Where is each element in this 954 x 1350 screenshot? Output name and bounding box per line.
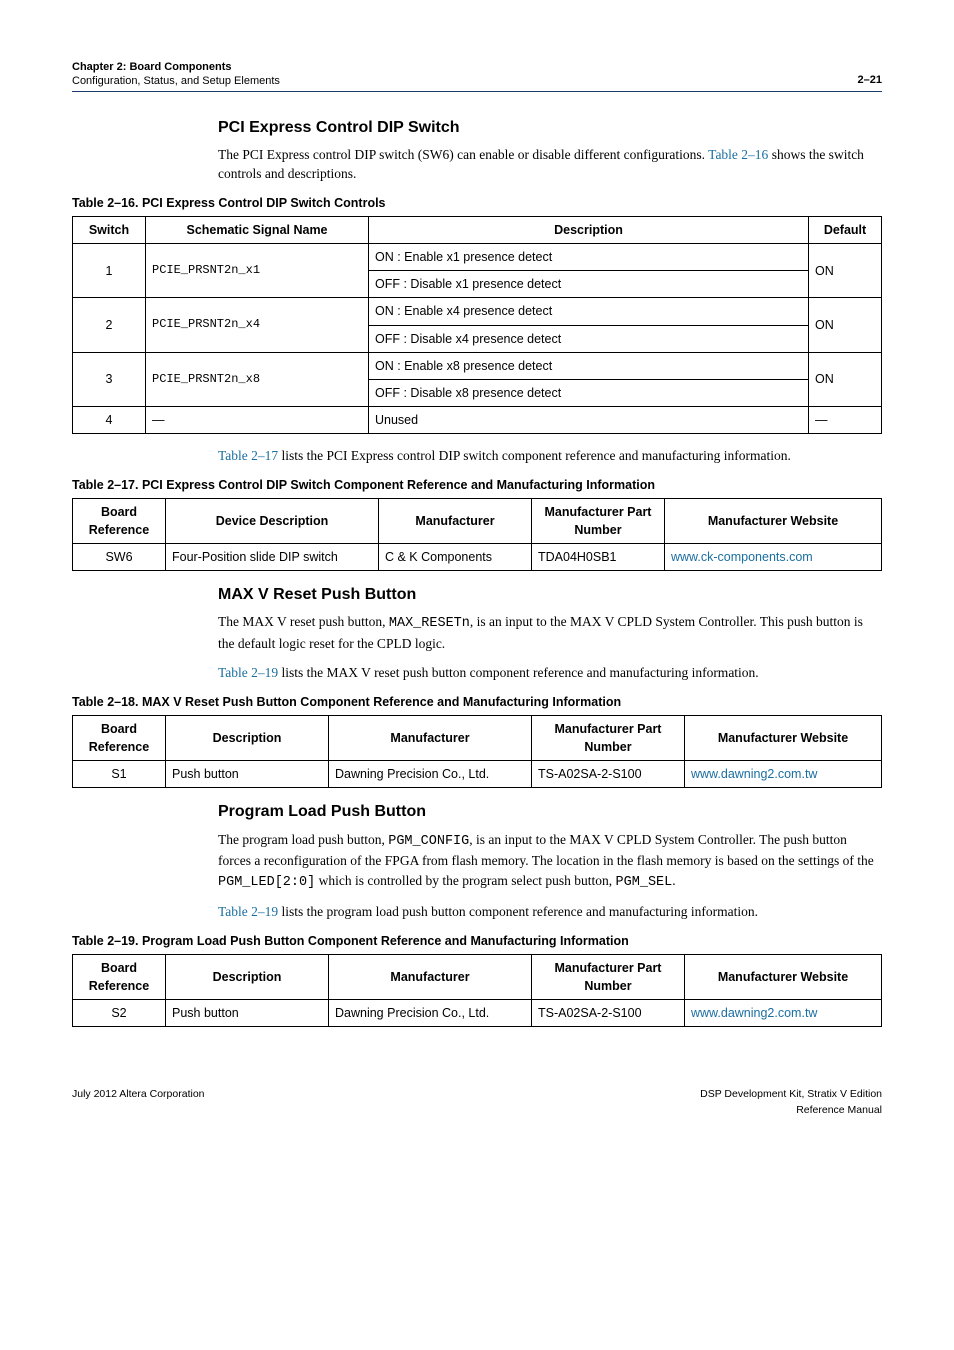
table-row: 1 PCIE_PRSNT2n_x1 ON : Enable x1 presenc… <box>73 244 882 271</box>
table-2-19: Board Reference Description Manufacturer… <box>72 954 882 1027</box>
manufacturer-url-link[interactable]: www.dawning2.com.tw <box>691 1006 817 1020</box>
sec3-paragraph1: The program load push button, PGM_CONFIG… <box>218 830 882 893</box>
table17-caption: Table 2–17. PCI Express Control DIP Swit… <box>72 476 882 494</box>
th-signal: Schematic Signal Name <box>146 217 369 244</box>
table-2-17: Board Reference Device Description Manuf… <box>72 498 882 571</box>
th-description: Description <box>369 217 809 244</box>
header-left: Chapter 2: Board Components Configuratio… <box>72 60 280 89</box>
section-title-pci: PCI Express Control DIP Switch <box>218 116 882 139</box>
footer-right: DSP Development Kit, Stratix V Edition R… <box>700 1087 882 1117</box>
section-title-maxv: MAX V Reset Push Button <box>218 583 882 606</box>
th-default: Default <box>809 217 882 244</box>
table-row: S2 Push button Dawning Precision Co., Lt… <box>73 1000 882 1027</box>
th-switch: Switch <box>73 217 146 244</box>
table-ref-link[interactable]: Table 2–19 <box>218 904 278 919</box>
sec2-paragraph1: The MAX V reset push button, MAX_RESETn,… <box>218 612 882 653</box>
table16-caption: Table 2–16. PCI Express Control DIP Swit… <box>72 194 882 212</box>
table-ref-link[interactable]: Table 2–16 <box>708 147 768 162</box>
running-header: Chapter 2: Board Components Configuratio… <box>72 60 882 92</box>
table-row: SW6 Four-Position slide DIP switch C & K… <box>73 543 882 570</box>
table-2-18: Board Reference Description Manufacturer… <box>72 715 882 788</box>
section-title-program-load: Program Load Push Button <box>218 800 882 823</box>
table-ref-link[interactable]: Table 2–17 <box>218 448 278 463</box>
page-number: 2–21 <box>858 73 882 89</box>
chapter-subline: Configuration, Status, and Setup Element… <box>72 75 280 87</box>
manufacturer-url-link[interactable]: www.ck-components.com <box>671 550 813 564</box>
sec3-paragraph2: Table 2–19 lists the program load push b… <box>218 902 882 922</box>
after-table16-paragraph: Table 2–17 lists the PCI Express control… <box>218 446 882 466</box>
sec1-paragraph: The PCI Express control DIP switch (SW6)… <box>218 145 882 184</box>
table-2-16: Switch Schematic Signal Name Description… <box>72 216 882 434</box>
manufacturer-url-link[interactable]: www.dawning2.com.tw <box>691 767 817 781</box>
page-footer: July 2012 Altera Corporation DSP Develop… <box>72 1087 882 1117</box>
footer-left: July 2012 Altera Corporation <box>72 1087 205 1117</box>
table-row: 4 — Unused — <box>73 406 882 433</box>
table19-caption: Table 2–19. Program Load Push Button Com… <box>72 932 882 950</box>
chapter-line: Chapter 2: Board Components <box>72 61 232 73</box>
table18-caption: Table 2–18. MAX V Reset Push Button Comp… <box>72 693 882 711</box>
sec2-paragraph2: Table 2–19 lists the MAX V reset push bu… <box>218 663 882 683</box>
table-row: 2 PCIE_PRSNT2n_x4 ON : Enable x4 presenc… <box>73 298 882 325</box>
table-ref-link[interactable]: Table 2–19 <box>218 665 278 680</box>
table-row: S1 Push button Dawning Precision Co., Lt… <box>73 761 882 788</box>
table-row: 3 PCIE_PRSNT2n_x8 ON : Enable x8 presenc… <box>73 352 882 379</box>
